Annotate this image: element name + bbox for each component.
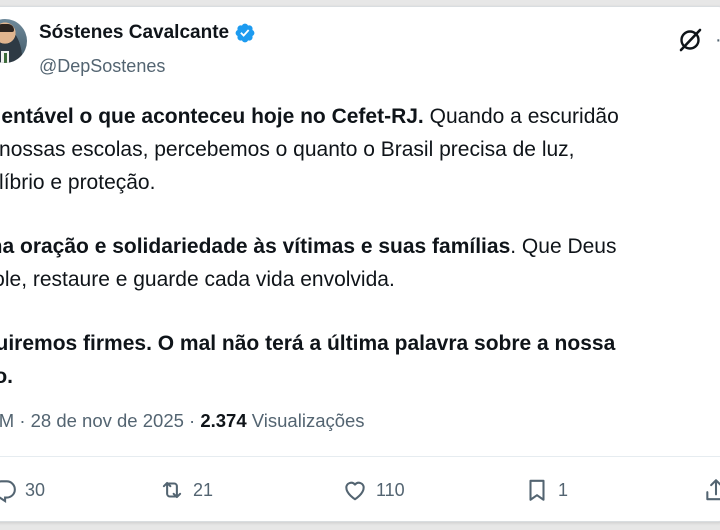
like-count: 110 (376, 479, 405, 500)
bookmark-icon (529, 479, 545, 501)
tweet-timestamp[interactable]: 0 PM · 28 de nov de 2025 · (0, 410, 200, 431)
author-name[interactable]: Sóstenes Cavalcante (39, 22, 229, 44)
tweet-meta: 0 PM · 28 de nov de 2025 · 2.374 Visuali… (0, 410, 365, 432)
share-icon (706, 479, 720, 501)
reply-icon (0, 480, 16, 503)
heart-icon (345, 481, 365, 501)
views-label: Visualizações (246, 410, 365, 431)
avatar[interactable] (0, 19, 27, 63)
author-row: Sóstenes Cavalcante (39, 22, 256, 44)
action-bar: 30 21 110 1 (0, 477, 720, 517)
tweet-bold-text: eguiremos firmes. O mal não terá a últim… (0, 332, 616, 388)
tweet-bold-text: inha oração e solidariedade às vítimas e… (0, 235, 511, 258)
x-grok-icon[interactable] (677, 27, 703, 53)
like-button[interactable]: 110 (342, 477, 405, 503)
more-options-icon[interactable]: · (715, 29, 720, 52)
repost-button[interactable]: 21 (159, 477, 213, 503)
views-count: 2.374 (200, 410, 247, 431)
divider (0, 456, 720, 457)
tweet-paragraph-2: inha oração e solidariedade às vítimas e… (0, 230, 720, 296)
tweet-paragraph-1: amentável o que aconteceu hoje no Cefet-… (0, 100, 720, 199)
tweet-card: Sóstenes Cavalcante @DepSostenes · ament… (0, 6, 720, 522)
author-handle[interactable]: @DepSostenes (39, 56, 165, 77)
tweet-bold-text: amentável o que aconteceu hoje no Cefet-… (0, 105, 424, 128)
tweet-paragraph-3: eguiremos firmes. O mal não terá a últim… (0, 327, 720, 393)
reply-button[interactable]: 30 (0, 477, 45, 503)
tweet-text: amentável o que aconteceu hoje no Cefet-… (0, 100, 720, 424)
reply-count: 30 (25, 479, 46, 500)
bookmark-count: 1 (558, 479, 569, 500)
repost-icon (162, 481, 182, 499)
share-button[interactable] (703, 477, 720, 503)
repost-count: 21 (193, 479, 214, 500)
bookmark-button[interactable]: 1 (524, 477, 568, 503)
verified-badge-icon (235, 23, 255, 43)
